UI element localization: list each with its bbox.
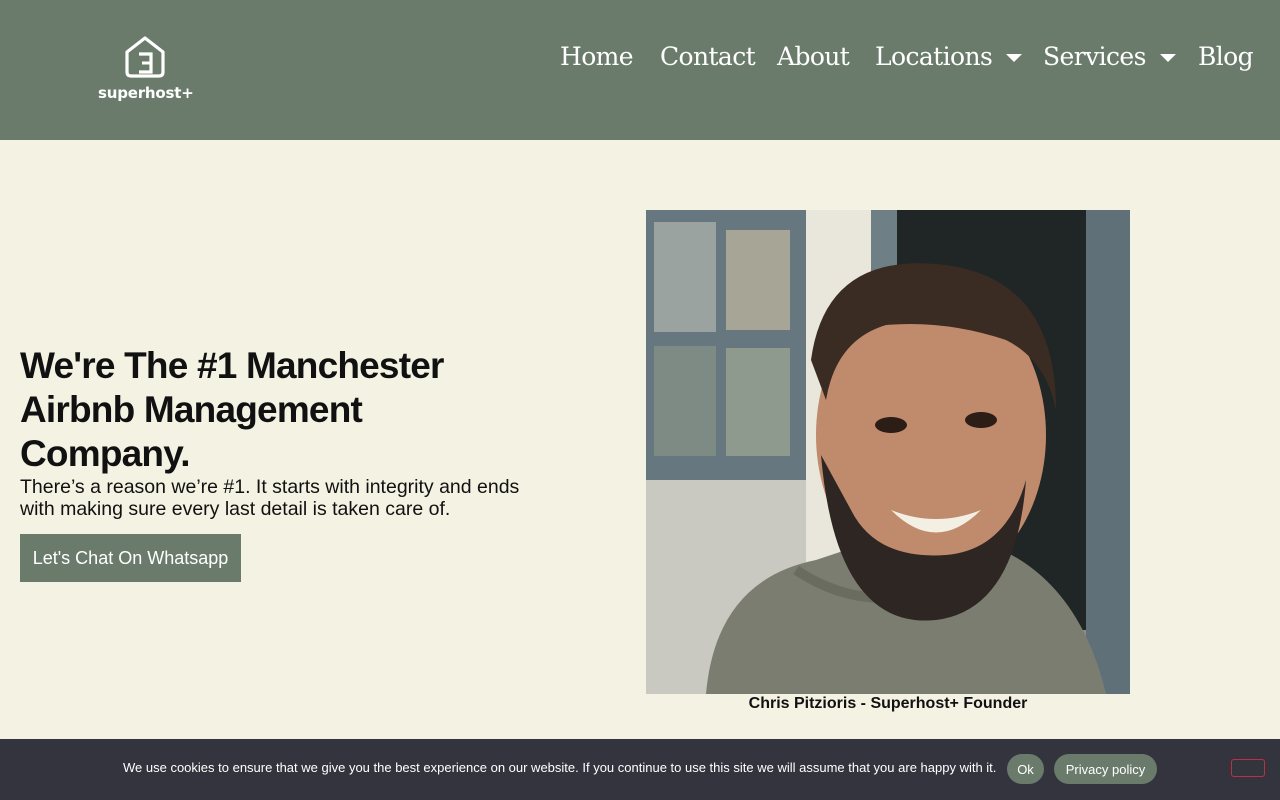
nav-about[interactable]: About (777, 38, 850, 74)
nav-blog[interactable]: Blog (1198, 38, 1254, 74)
caret-down-icon[interactable] (1159, 53, 1176, 62)
photo-caption: Chris Pitzioris - Superhost+ Founder (748, 695, 1028, 712)
nav-contact-label: Contact (660, 41, 756, 71)
house-logo-icon (125, 36, 165, 78)
caret-down-icon[interactable] (1006, 53, 1023, 62)
cookie-ok-button[interactable]: Ok (1007, 754, 1044, 784)
founder-photo (646, 210, 1130, 694)
nav-locations-label: Locations (875, 41, 993, 71)
founder-portrait-illustration (646, 210, 1130, 694)
site-logo[interactable]: superhost+ (98, 34, 194, 106)
cookie-close-button[interactable] (1231, 759, 1265, 777)
hero-subtitle: There’s a reason we’re #1. It starts wit… (20, 476, 520, 520)
hero-title: We're The #1 Manchester Airbnb Managemen… (20, 345, 444, 474)
nav-services-label: Services (1043, 41, 1146, 71)
nav-about-label: About (777, 41, 850, 71)
nav-services[interactable]: Services (1043, 38, 1176, 74)
nav-contact[interactable]: Contact (660, 38, 756, 74)
nav-blog-label: Blog (1198, 41, 1254, 71)
nav-home[interactable]: Home (560, 38, 634, 74)
nav-locations[interactable]: Locations (875, 38, 1023, 74)
cookie-message: We use cookies to ensure that we give yo… (123, 760, 997, 775)
logo-text: superhost+ (98, 84, 194, 102)
privacy-policy-button[interactable]: Privacy policy (1054, 754, 1157, 784)
cookie-banner: We use cookies to ensure that we give yo… (0, 739, 1280, 800)
whatsapp-chat-button[interactable]: Let's Chat On Whatsapp (20, 534, 241, 582)
nav-home-label: Home (560, 41, 634, 71)
close-icon (1242, 762, 1254, 774)
site-header: superhost+ Home Contact About Locations … (0, 0, 1280, 140)
